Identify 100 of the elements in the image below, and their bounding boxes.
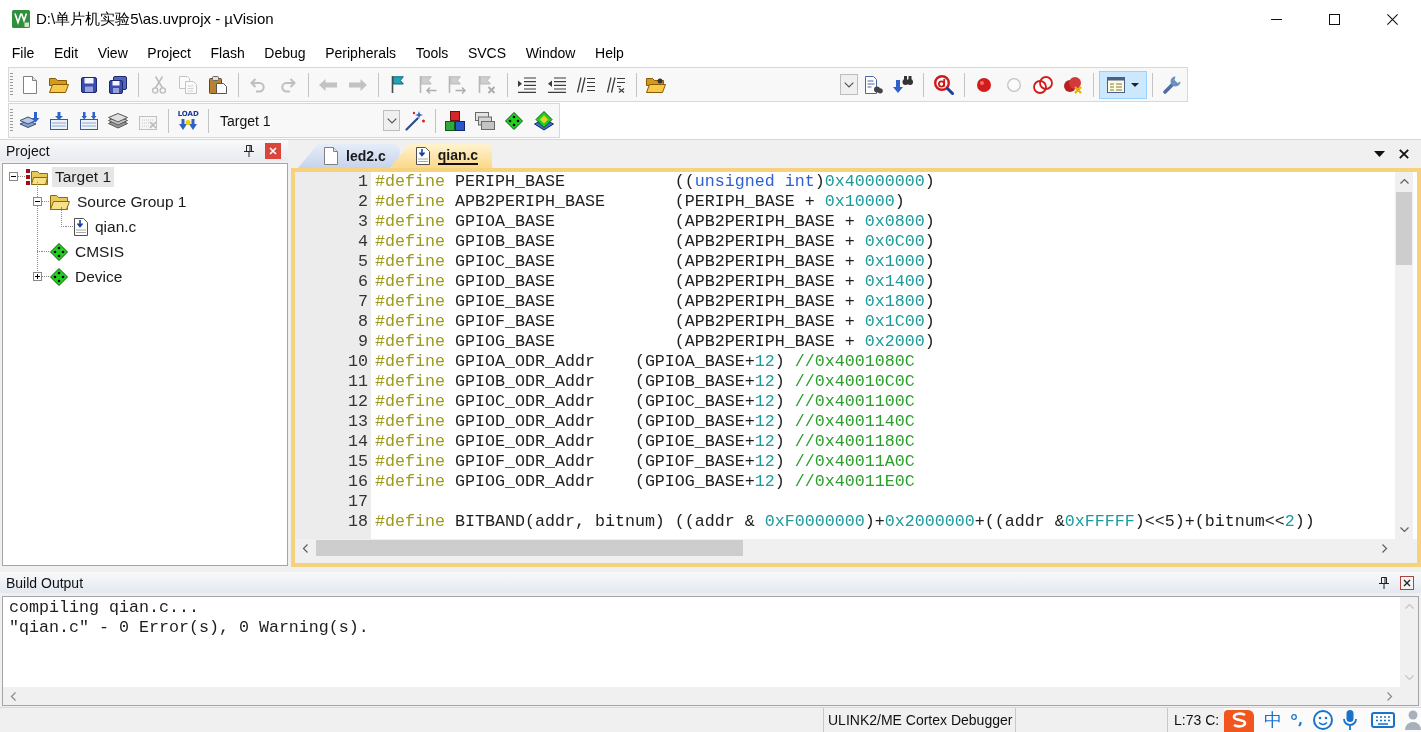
chevron-right-icon[interactable]: [1382, 543, 1387, 553]
code-line: #define GPIOD_ODR_Addr (GPIOD_BASE+12) //0x4001140C: [375, 412, 915, 432]
minus-box-icon[interactable]: [9, 172, 18, 181]
horizontal-scrollbar[interactable]: [3, 687, 1418, 705]
menu-item[interactable]: View: [97, 44, 128, 61]
editor-tab[interactable]: led2.c: [298, 144, 400, 168]
layers-icon[interactable]: [108, 112, 129, 129]
pin-icon[interactable]: [1379, 576, 1389, 589]
maximize-icon[interactable]: [1328, 13, 1340, 25]
grip-handle[interactable]: [10, 108, 13, 133]
magnifier-icon[interactable]: [933, 74, 954, 95]
tree-item[interactable]: Device: [72, 266, 126, 287]
slash-lines-icon[interactable]: [606, 76, 625, 93]
target-select[interactable]: Target 1: [214, 109, 400, 132]
layers-arrow-icon[interactable]: [19, 111, 40, 130]
editor-tab[interactable]: qian.c: [389, 144, 493, 168]
document-arrow-icon: [415, 147, 430, 165]
line-number: 7: [358, 292, 368, 311]
document-search-icon[interactable]: [864, 75, 883, 94]
tree-item[interactable]: CMSIS: [72, 241, 128, 262]
line-number: 10: [348, 352, 368, 371]
microphone-icon[interactable]: [1343, 710, 1357, 730]
menu-item[interactable]: Tools: [415, 44, 449, 61]
breakpoint-icon[interactable]: [977, 77, 992, 92]
code-line: #define GPIOD_BASE (APB2PERIPH_BASE + 0x1400): [375, 272, 935, 292]
stacked-windows-icon[interactable]: [474, 111, 495, 130]
window-button[interactable]: [1098, 70, 1147, 99]
slash-lines-icon[interactable]: [577, 76, 596, 93]
line-number: 5: [358, 252, 368, 271]
blank-page-icon[interactable]: [22, 75, 37, 94]
menu-item[interactable]: Window: [525, 44, 576, 61]
menu-item[interactable]: Edit: [53, 44, 79, 61]
wrench-icon[interactable]: [1163, 75, 1182, 94]
code-line: #define GPIOA_BASE (APB2PERIPH_BASE + 0x0800): [375, 212, 935, 232]
dropdown-button[interactable]: [840, 74, 858, 95]
menu-item[interactable]: Debug: [264, 44, 306, 61]
outdent-icon[interactable]: [547, 76, 566, 93]
tray-arrows-icon[interactable]: [79, 111, 98, 130]
tree-item[interactable]: Source Group 1: [74, 191, 190, 212]
pin-icon[interactable]: [244, 144, 254, 157]
flag-icon[interactable]: [391, 76, 406, 93]
tree-item[interactable]: qian.c: [92, 216, 140, 237]
menu-item[interactable]: Peripherals: [325, 44, 397, 61]
grip-handle[interactable]: [10, 72, 13, 97]
minus-box-icon[interactable]: [33, 197, 42, 206]
clipboard-icon[interactable]: [208, 75, 227, 94]
scrollbar-thumb[interactable]: [316, 540, 743, 556]
circles-cross-icon[interactable]: [1062, 75, 1083, 94]
chevron-right-icon[interactable]: [1387, 691, 1392, 701]
magic-wand-icon[interactable]: [404, 110, 425, 131]
menu-item[interactable]: SVCS: [467, 44, 507, 61]
dot-comma-icon[interactable]: [1291, 714, 1303, 726]
folder-icon[interactable]: [49, 76, 70, 93]
caret-icon[interactable]: [1374, 151, 1385, 157]
arrow-binoculars-icon[interactable]: [893, 75, 914, 94]
line-number: 9: [358, 332, 368, 351]
close-icon[interactable]: [1386, 13, 1398, 25]
smiley-icon[interactable]: [1313, 710, 1333, 730]
logo-icon[interactable]: [1224, 708, 1254, 732]
chevron-up-icon[interactable]: [1399, 179, 1409, 184]
chevron-down-icon[interactable]: [1399, 527, 1409, 532]
code-line: #define PERIPH_BASE ((unsigned int)0x40000000): [375, 172, 935, 192]
code-line: #define GPIOA_ODR_Addr (GPIOA_BASE+12) //0x4001080C: [375, 352, 915, 372]
menu-item[interactable]: File: [11, 44, 35, 61]
language-toggle[interactable]: 中: [1264, 708, 1282, 732]
folder-icon: [50, 193, 70, 210]
chevron-left-icon[interactable]: [303, 543, 308, 553]
minimize-icon[interactable]: [1270, 18, 1282, 20]
menu-item[interactable]: Project: [147, 44, 191, 61]
code-line: #define GPIOB_BASE (APB2PERIPH_BASE + 0x0C00): [375, 232, 935, 252]
plus-box-icon[interactable]: [33, 272, 42, 281]
code-line: #define GPIOF_BASE (APB2PERIPH_BASE + 0x1C00): [375, 312, 935, 332]
chevron-down-icon: [386, 117, 397, 124]
diamond-icon: [50, 242, 68, 261]
line-number: 3: [358, 212, 368, 231]
diamond-pack-icon[interactable]: [533, 110, 554, 131]
document-arrow-icon: [74, 217, 88, 236]
two-circles-icon[interactable]: [1033, 75, 1054, 94]
code-line: #define GPIOC_ODR_Addr (GPIOC_BASE+12) //0x4001100C: [375, 392, 915, 412]
menu-item[interactable]: Help: [595, 44, 624, 61]
code-line: #define GPIOE_BASE (APB2PERIPH_BASE + 0x1800): [375, 292, 935, 312]
scrollbar-thumb[interactable]: [1396, 192, 1412, 265]
chevron-left-icon[interactable]: [11, 691, 16, 701]
line-number: 18: [348, 512, 368, 531]
tray-arrow-icon[interactable]: [50, 111, 69, 130]
menu-item[interactable]: Flash: [210, 44, 245, 61]
line-number: 8: [358, 312, 368, 331]
tree-item[interactable]: Target 1: [52, 166, 114, 187]
diamond-icon: [50, 267, 68, 286]
stacked-disks-icon[interactable]: [109, 75, 128, 94]
code-line: #define GPIOE_ODR_Addr (GPIOE_BASE+12) //0x4001180C: [375, 432, 915, 452]
colored-blocks-icon[interactable]: [445, 110, 466, 131]
close-icon[interactable]: [1400, 575, 1414, 590]
close-icon[interactable]: [1399, 149, 1409, 159]
vertical-scrollbar[interactable]: [1395, 172, 1413, 539]
indent-icon[interactable]: [518, 76, 537, 93]
folder-icon[interactable]: [646, 76, 667, 93]
diamond-icon[interactable]: [505, 111, 524, 130]
keyboard-icon[interactable]: [1371, 712, 1395, 728]
code-line: #define BITBAND(addr, bitnum) ((addr & 0xF0000000)+0x2000000+((addr &0xFFFFF)<<5)+(bitnum<<2)): [375, 512, 1315, 532]
